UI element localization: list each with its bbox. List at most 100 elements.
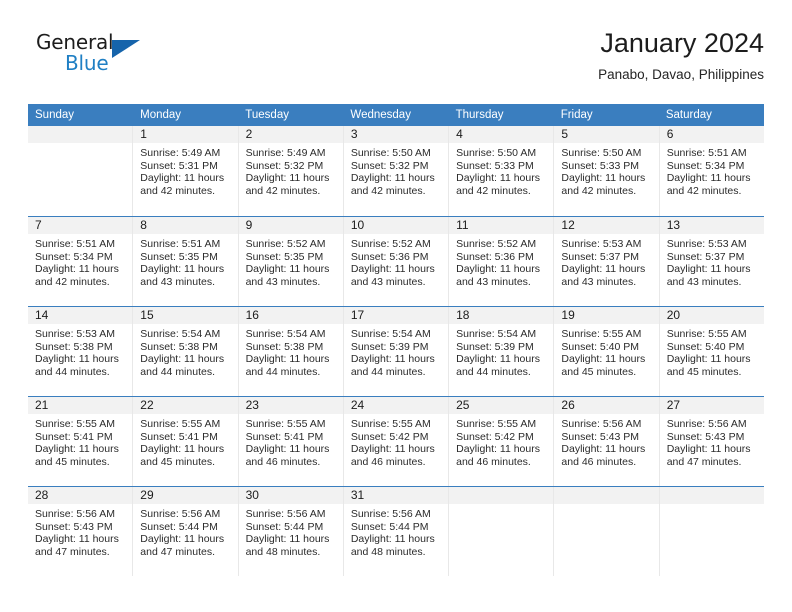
day-cell[interactable]: 21 Sunrise: 5:55 AM Sunset: 5:41 PM Dayligh… [28, 397, 134, 486]
daylight-text-line2: and 45 minutes. [140, 455, 215, 468]
day-cell[interactable]: 15 Sunrise: 5:54 AM Sunset: 5:38 PM Dayligh… [133, 307, 239, 396]
day-cell[interactable]: 31 Sunrise: 5:56 AM Sunset: 5:44 PM Dayligh… [343, 487, 450, 576]
sunset-text: Sunset: 5:41 PM [35, 430, 113, 443]
daylight-text-line1: Daylight: 11 hours [35, 533, 119, 546]
daylight-text-line2: and 42 minutes. [140, 184, 215, 197]
day-cell[interactable]: 22 Sunrise: 5:55 AM Sunset: 5:41 PM Dayligh… [133, 397, 239, 486]
day-number: 4 [449, 126, 554, 143]
sunset-text: Sunset: 5:38 PM [35, 340, 113, 353]
sunset-text: Sunset: 5:36 PM [456, 250, 534, 263]
daylight-text-line2: and 43 minutes. [666, 275, 742, 288]
day-number: 16 [238, 307, 343, 324]
sunrise-text: Sunrise: 5:53 AM [666, 238, 747, 250]
day-cell[interactable]: 10 Sunrise: 5:52 AM Sunset: 5:36 PM Dayligh… [343, 217, 450, 306]
sunset-text: Sunset: 5:44 PM [350, 520, 429, 533]
sunrise-text: Sunrise: 5:55 AM [456, 418, 537, 430]
sunset-text: Sunset: 5:43 PM [561, 430, 640, 443]
day-cell[interactable]: 9 Sunrise: 5:52 AM Sunset: 5:35 PM Daylight… [238, 217, 344, 306]
daylight-text-line1: Daylight: 11 hours [350, 263, 435, 276]
weekday-header-saturday: Saturday [665, 109, 712, 121]
day-details: Sunrise: 5:49 AM Sunset: 5:32 PM Daylight:… [239, 143, 343, 197]
day-cell[interactable]: 20 Sunrise: 5:55 AM Sunset: 5:40 PM Dayligh… [659, 307, 764, 396]
daylight-text-line2: and 44 minutes. [35, 365, 110, 378]
sunset-text: Sunset: 5:32 PM [350, 159, 429, 172]
day-details: Sunrise: 5:51 AM Sunset: 5:34 PM Daylight:… [660, 143, 764, 197]
day-details: Sunrise: 5:55 AM Sunset: 5:40 PM Daylight:… [554, 324, 658, 378]
day-details: Sunrise: 5:50 AM Sunset: 5:33 PM Daylight:… [449, 143, 553, 197]
day-cell[interactable]: 26 Sunrise: 5:56 AM Sunset: 5:43 PM Dayligh… [554, 397, 660, 486]
sunrise-text: Sunrise: 5:55 AM [666, 328, 747, 340]
day-number: 23 [238, 397, 343, 414]
day-cell[interactable]: 24 Sunrise: 5:55 AM Sunset: 5:42 PM Dayligh… [343, 397, 450, 486]
sunset-text: Sunset: 5:39 PM [350, 340, 429, 353]
day-details: Sunrise: 5:56 AM Sunset: 5:44 PM Daylight:… [344, 504, 448, 558]
daylight-text-line1: Daylight: 11 hours [35, 353, 119, 366]
day-details: Sunrise: 5:53 AM Sunset: 5:37 PM Daylight:… [554, 234, 658, 288]
day-number: 19 [554, 307, 659, 324]
day-number: 3 [343, 126, 449, 143]
sunrise-text: Sunrise: 5:50 AM [456, 147, 537, 159]
day-cell[interactable]: 7 Sunrise: 5:51 AM Sunset: 5:34 PM Daylight… [28, 217, 134, 306]
sunrise-text: Sunrise: 5:54 AM [245, 328, 326, 340]
day-cell[interactable]: 5 Sunrise: 5:50 AM Sunset: 5:33 PM Daylight… [554, 126, 660, 216]
day-details: Sunrise: 5:52 AM Sunset: 5:35 PM Daylight:… [239, 234, 343, 288]
daylight-text-line2: and 47 minutes. [666, 455, 742, 468]
day-cell[interactable]: 11 Sunrise: 5:52 AM Sunset: 5:36 PM Dayligh… [449, 217, 555, 306]
sunrise-text: Sunrise: 5:54 AM [350, 328, 431, 340]
calendar-grid: Sunday Monday Tuesday Wednesday Thursday… [28, 104, 764, 576]
day-cell[interactable]: 27 Sunrise: 5:56 AM Sunset: 5:43 PM Dayligh… [659, 397, 764, 486]
day-number: 24 [343, 397, 449, 414]
day-number [449, 487, 554, 504]
day-cell[interactable]: 30 Sunrise: 5:56 AM Sunset: 5:44 PM Dayligh… [238, 487, 344, 576]
daylight-text-line1: Daylight: 11 hours [666, 172, 751, 185]
sunset-text: Sunset: 5:33 PM [456, 159, 534, 172]
daylight-text-line1: Daylight: 11 hours [456, 353, 540, 366]
day-number: 18 [449, 307, 554, 324]
day-cell-empty [659, 487, 764, 576]
day-number: 5 [554, 126, 659, 143]
day-cell[interactable]: 14 Sunrise: 5:53 AM Sunset: 5:38 PM Dayligh… [28, 307, 134, 396]
day-cell[interactable]: 16 Sunrise: 5:54 AM Sunset: 5:38 PM Dayligh… [238, 307, 344, 396]
day-cell[interactable]: 3 Sunrise: 5:50 AM Sunset: 5:32 PM Daylight… [343, 126, 450, 216]
day-cell[interactable]: 29 Sunrise: 5:56 AM Sunset: 5:44 PM Dayligh… [133, 487, 239, 576]
sunrise-text: Sunrise: 5:56 AM [561, 418, 642, 430]
sunset-text: Sunset: 5:34 PM [35, 250, 113, 263]
day-cell[interactable]: 12 Sunrise: 5:53 AM Sunset: 5:37 PM Dayligh… [554, 217, 660, 306]
day-cell[interactable]: 28 Sunrise: 5:56 AM Sunset: 5:43 PM Dayligh… [28, 487, 134, 576]
daylight-text-line2: and 44 minutes. [350, 365, 426, 378]
day-details: Sunrise: 5:55 AM Sunset: 5:40 PM Daylight:… [660, 324, 764, 378]
page-subtitle: Panabo, Davao, Philippines [598, 67, 764, 82]
day-cell[interactable]: 13 Sunrise: 5:53 AM Sunset: 5:37 PM Dayligh… [659, 217, 764, 306]
sunset-text: Sunset: 5:42 PM [456, 430, 534, 443]
day-details: Sunrise: 5:55 AM Sunset: 5:41 PM Daylight:… [239, 414, 343, 468]
sunset-text: Sunset: 5:41 PM [140, 430, 218, 443]
day-cell[interactable]: 17 Sunrise: 5:54 AM Sunset: 5:39 PM Dayligh… [343, 307, 450, 396]
day-cell[interactable]: 18 Sunrise: 5:54 AM Sunset: 5:39 PM Dayligh… [449, 307, 555, 396]
day-cell-empty [449, 487, 555, 576]
daylight-text-line1: Daylight: 11 hours [456, 263, 540, 276]
day-cell[interactable]: 25 Sunrise: 5:55 AM Sunset: 5:42 PM Dayligh… [449, 397, 555, 486]
sunrise-text: Sunrise: 5:49 AM [140, 147, 221, 159]
daylight-text-line2: and 46 minutes. [245, 455, 321, 468]
day-cell[interactable]: 8 Sunrise: 5:51 AM Sunset: 5:35 PM Daylight… [133, 217, 239, 306]
daylight-text-line1: Daylight: 11 hours [456, 172, 540, 185]
day-cell[interactable]: 6 Sunrise: 5:51 AM Sunset: 5:34 PM Daylight… [659, 126, 764, 216]
daylight-text-line1: Daylight: 11 hours [140, 172, 225, 185]
sunrise-text: Sunrise: 5:55 AM [561, 328, 642, 340]
day-cell[interactable]: 1 Sunrise: 5:49 AM Sunset: 5:31 PM Daylight… [133, 126, 239, 216]
day-details: Sunrise: 5:56 AM Sunset: 5:43 PM Daylight:… [28, 504, 132, 558]
logo-triangle-icon [112, 40, 140, 58]
weekday-header-monday: Monday [140, 109, 182, 121]
daylight-text-line1: Daylight: 11 hours [35, 263, 119, 276]
day-cell[interactable]: 2 Sunrise: 5:49 AM Sunset: 5:32 PM Daylight… [238, 126, 344, 216]
daylight-text-line1: Daylight: 11 hours [245, 353, 330, 366]
sunrise-text: Sunrise: 5:51 AM [666, 147, 747, 159]
day-cell[interactable]: 23 Sunrise: 5:55 AM Sunset: 5:41 PM Dayligh… [238, 397, 344, 486]
sunset-text: Sunset: 5:43 PM [35, 520, 113, 533]
day-cell[interactable]: 4 Sunrise: 5:50 AM Sunset: 5:33 PM Daylight… [449, 126, 555, 216]
daylight-text-line1: Daylight: 11 hours [561, 172, 646, 185]
week-row: 7 Sunrise: 5:51 AM Sunset: 5:34 PM Daylight… [28, 216, 764, 306]
day-cell[interactable]: 19 Sunrise: 5:55 AM Sunset: 5:40 PM Dayligh… [554, 307, 660, 396]
sunset-text: Sunset: 5:43 PM [666, 430, 745, 443]
generalblue-logo[interactable]: General Blue [36, 30, 156, 82]
